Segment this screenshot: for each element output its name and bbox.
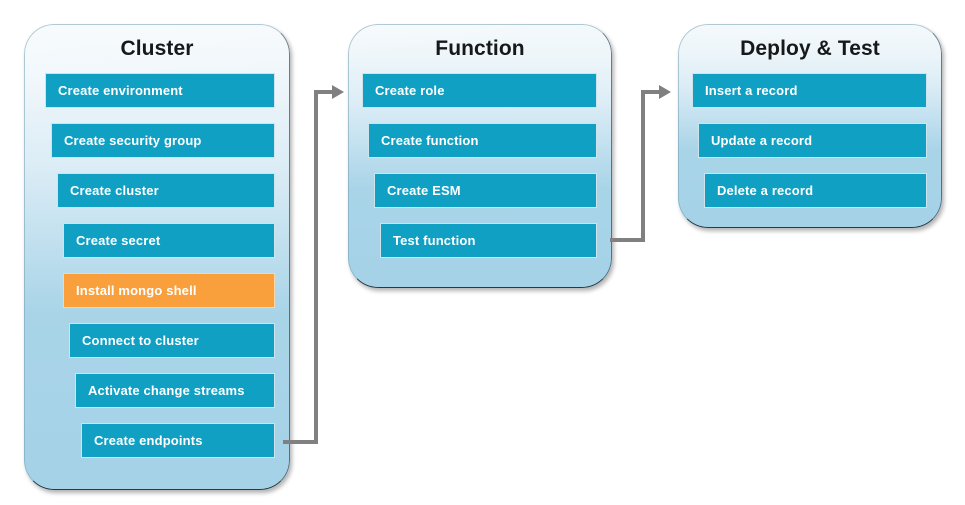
step-label: Connect to cluster: [82, 333, 199, 348]
step-label: Create cluster: [70, 183, 159, 198]
step-label: Create function: [381, 133, 479, 148]
step-label: Insert a record: [705, 83, 798, 98]
step-label: Install mongo shell: [76, 283, 197, 298]
step-label: Create ESM: [387, 183, 461, 198]
panel-title-cluster: Cluster: [120, 37, 194, 60]
connector-arrowhead: [659, 85, 671, 99]
step-create-secret[interactable]: Create secret: [63, 223, 275, 258]
panel-title-function: Function: [435, 37, 525, 60]
step-label: Create endpoints: [94, 433, 203, 448]
step-label: Test function: [393, 233, 476, 248]
connector-segment-horizontal-bottom: [610, 238, 645, 242]
step-label: Create environment: [58, 83, 183, 98]
step-delete-a-record[interactable]: Delete a record: [704, 173, 927, 208]
step-install-mongo-shell[interactable]: Install mongo shell: [63, 273, 275, 308]
step-label: Create secret: [76, 233, 161, 248]
step-label: Delete a record: [717, 183, 814, 198]
diagram-canvas: Cluster Create environment Create securi…: [0, 0, 965, 505]
connector-segment-vertical: [314, 90, 318, 444]
step-label: Create security group: [64, 133, 202, 148]
connector-segment-vertical: [641, 90, 645, 242]
step-create-security-group[interactable]: Create security group: [51, 123, 275, 158]
step-create-endpoints[interactable]: Create endpoints: [81, 423, 275, 458]
panel-title-deploy-test: Deploy & Test: [740, 37, 880, 60]
step-connect-to-cluster[interactable]: Connect to cluster: [69, 323, 275, 358]
step-label: Activate change streams: [88, 383, 245, 398]
connector-arrowhead: [332, 85, 344, 99]
step-insert-a-record[interactable]: Insert a record: [692, 73, 927, 108]
step-update-a-record[interactable]: Update a record: [698, 123, 927, 158]
connector-segment-horizontal-bottom: [283, 440, 318, 444]
step-create-role[interactable]: Create role: [362, 73, 597, 108]
step-label: Update a record: [711, 133, 813, 148]
step-create-function[interactable]: Create function: [368, 123, 597, 158]
step-create-cluster[interactable]: Create cluster: [57, 173, 275, 208]
step-create-environment[interactable]: Create environment: [45, 73, 275, 108]
step-create-esm[interactable]: Create ESM: [374, 173, 597, 208]
step-activate-change-streams[interactable]: Activate change streams: [75, 373, 275, 408]
step-test-function[interactable]: Test function: [380, 223, 597, 258]
step-label: Create role: [375, 83, 445, 98]
